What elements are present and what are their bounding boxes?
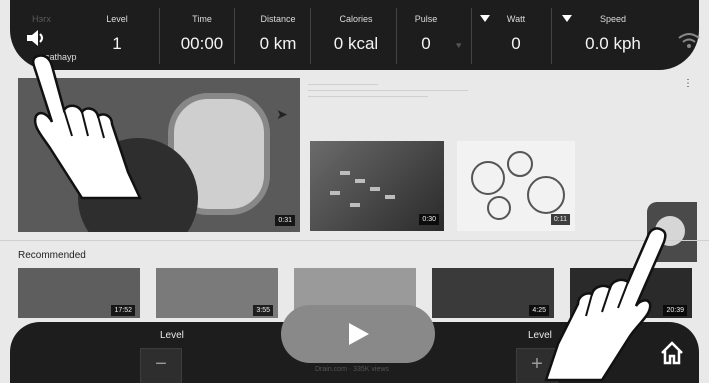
airline-logo-icon: ➤ xyxy=(276,106,288,122)
video-title-placeholder xyxy=(308,90,468,91)
stat-pulse: Pulse 0 xyxy=(406,0,446,70)
video-title-placeholder xyxy=(308,84,378,85)
stat-value: 0 kcal xyxy=(333,34,379,53)
stat-label: Level xyxy=(106,14,128,24)
stat-label: Time xyxy=(192,14,212,24)
stat-calories: Calories 0 kcal xyxy=(316,0,396,70)
pointing-hand-icon xyxy=(31,54,142,200)
stat-separator xyxy=(551,8,552,64)
stat-value: 0.0 kph xyxy=(585,34,641,53)
more-options-icon[interactable]: ⋮ xyxy=(683,78,693,89)
treadmill-screen: ➤ 0:31 ⋮ 0:30 0:11 Recommended 17:52 3:5… xyxy=(0,0,709,383)
stat-label: Watt xyxy=(506,14,526,24)
watt-dropdown-icon[interactable] xyxy=(480,15,490,22)
stat-value: 0 xyxy=(421,34,431,53)
video-duration: 0:30 xyxy=(419,214,439,225)
video-duration: 3:55 xyxy=(253,305,273,316)
stat-label: Calories xyxy=(339,14,373,24)
video-meta-text: Drain.com · 335K views xyxy=(315,366,389,373)
play-button[interactable] xyxy=(281,305,435,363)
level-down-button[interactable]: − xyxy=(140,348,182,383)
stat-label: Speed xyxy=(599,14,627,24)
corner-label: Нэгх xyxy=(32,14,51,24)
play-icon xyxy=(349,323,369,345)
stat-separator xyxy=(471,8,472,64)
wifi-icon xyxy=(678,33,700,48)
stat-separator xyxy=(310,8,311,64)
stat-label: Distance xyxy=(260,14,296,24)
video-duration: 17:52 xyxy=(111,305,135,316)
stat-distance: Distance 0 km xyxy=(246,0,310,70)
stat-label: Pulse xyxy=(414,14,438,24)
heart-icon: ♥ xyxy=(456,40,462,50)
stat-speed: Speed 0.0 kph xyxy=(568,0,658,70)
video-title-placeholder xyxy=(308,96,428,97)
recommended-video-1[interactable]: 17:52 xyxy=(18,268,140,318)
stat-separator xyxy=(234,8,235,64)
video-duration: 0:31 xyxy=(275,215,295,226)
featured-video-2[interactable]: 0:30 xyxy=(310,141,444,231)
featured-video-3[interactable]: 0:11 xyxy=(457,141,575,231)
recommended-video-2[interactable]: 3:55 xyxy=(156,268,278,318)
volume-icon[interactable] xyxy=(25,28,47,48)
recommended-heading: Recommended xyxy=(18,250,86,261)
level-label-left: Level xyxy=(160,330,184,341)
stat-separator xyxy=(396,8,397,64)
stat-watt: Watt 0 xyxy=(494,0,538,70)
stat-value: 0 xyxy=(511,34,521,53)
stat-time: Time 00:00 xyxy=(170,0,234,70)
recommended-video-4[interactable]: 4:25 xyxy=(432,268,554,318)
stat-value: 0 km xyxy=(259,34,297,53)
stat-value: 1 xyxy=(112,34,122,53)
pointing-hand-icon xyxy=(544,227,667,382)
stat-value: 00:00 xyxy=(180,34,224,53)
